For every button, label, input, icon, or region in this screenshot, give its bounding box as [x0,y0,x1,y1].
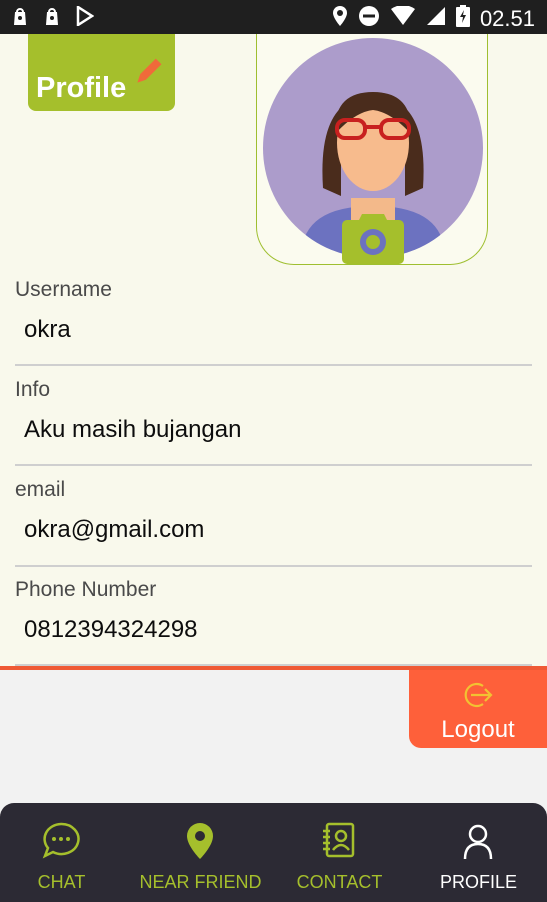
wifi-icon [390,5,416,32]
map-pin-icon [180,821,220,866]
profile-content: Profile Username okra Info Aku masih buj… [0,34,547,666]
nav-item-chat[interactable]: CHAT [0,803,130,902]
location-icon [332,5,348,33]
avatar-frame [256,34,488,265]
nav-label-chat: CHAT [37,872,86,892]
nav-label-profile: PROFILE [439,872,518,892]
do-not-disturb-icon [358,5,380,33]
divider [15,565,532,567]
logout-button[interactable]: Logout [409,670,547,748]
battery-icon [455,5,470,33]
status-time: 02.51 [479,6,535,31]
info-label: Info [15,378,51,401]
info-value[interactable]: Aku masih bujangan [24,416,532,444]
username-label: Username [15,278,112,301]
nav-label-contact: CONTACT [296,872,383,892]
logout-label: Logout [441,716,515,743]
change-photo-camera-icon[interactable] [342,212,404,269]
pencil-icon[interactable] [132,56,164,93]
nav-item-contact[interactable]: CONTACT [271,803,408,902]
username-value[interactable]: okra [24,316,532,344]
phone-value[interactable]: 0812394324298 [24,616,532,644]
bottom-navigation: CHAT NEAR FRIEND CONTACT PROFILE [0,803,547,902]
play-store-icon [76,4,95,31]
email-value[interactable]: okra@gmail.com [24,516,532,544]
logout-icon [461,680,495,715]
profile-badge-label: Profile [36,72,127,104]
nav-label-near-friend: NEAR FRIEND [139,872,262,892]
info-field: Info Aku masih bujangan [15,378,532,466]
username-field: Username okra [15,278,532,366]
notification-bag-icon [12,6,28,31]
edit-profile-badge[interactable]: Profile [28,34,175,111]
nav-item-near-friend[interactable]: NEAR FRIEND [132,803,269,902]
divider [15,364,532,366]
person-icon [458,821,498,866]
phone-field: Phone Number 0812394324298 [15,578,532,666]
phone-label: Phone Number [15,578,157,601]
status-bar: 02.51 [0,0,547,34]
email-label: email [15,478,66,501]
nav-item-profile[interactable]: PROFILE [410,803,547,902]
chat-bubble-icon [41,821,81,866]
divider [15,464,532,466]
contact-book-icon [319,821,359,866]
signal-icon [426,6,446,32]
email-field: email okra@gmail.com [15,478,532,567]
notification-bag-icon [44,6,60,31]
